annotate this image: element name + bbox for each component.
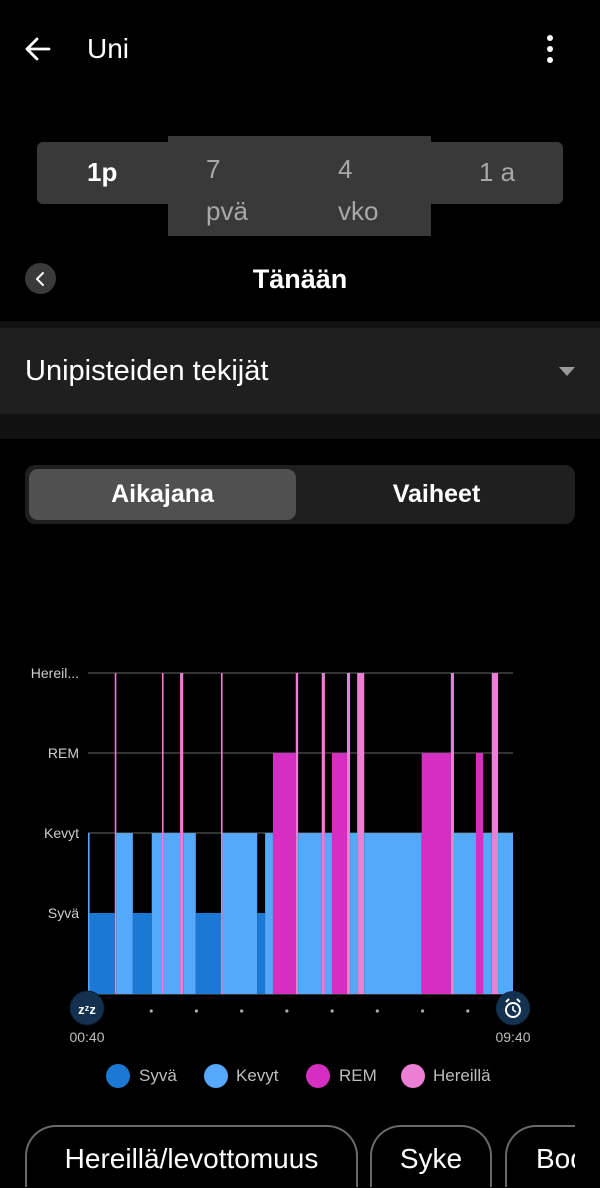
- page-title: Uni: [87, 33, 130, 64]
- segment-kevyt: [453, 833, 477, 994]
- legend-swatch: [204, 1064, 228, 1088]
- segment-syva: [257, 913, 266, 994]
- arrow-left-icon: [25, 37, 51, 61]
- x-tick-dot: [420, 1009, 425, 1013]
- sleep-timeline-chart: Syvä Kevyt REM Hereil... zᶻz 00:40 09:40: [31, 665, 531, 1045]
- segment-syva: [195, 913, 222, 994]
- segment-kevyt: [116, 833, 133, 994]
- legend-swatch: [401, 1064, 425, 1088]
- range-label: 7: [206, 154, 221, 184]
- segment-kevyt: [265, 833, 273, 994]
- x-tick-dot: [240, 1009, 244, 1013]
- tab-timeline[interactable]: Aikajana: [29, 469, 296, 520]
- dropdown-label: Unipisteiden tekijät: [25, 355, 269, 387]
- back-button[interactable]: [22, 30, 54, 68]
- segment-kevyt: [163, 833, 181, 994]
- legend-label: Kevyt: [236, 1066, 279, 1085]
- segment-kevyt: [298, 833, 322, 994]
- chart-legend: Syvä Kevyt REM Hereillä: [0, 1064, 600, 1090]
- more-vertical-icon: [547, 35, 553, 41]
- segment-kevyt: [364, 833, 422, 994]
- x-start-label: 00:40: [69, 1029, 104, 1045]
- legend-label: Syvä: [139, 1066, 177, 1085]
- segment-syva: [89, 913, 115, 994]
- y-axis-label: Syvä: [48, 905, 79, 921]
- y-axis-label: REM: [48, 745, 79, 761]
- range-label: 4: [338, 154, 353, 184]
- x-tick-dot: [149, 1009, 153, 1013]
- range-option-1-year[interactable]: 1 a: [479, 157, 515, 188]
- range-label: 1p: [87, 157, 118, 187]
- x-tick-dot: [330, 1009, 334, 1013]
- segment-hereilla: [491, 673, 499, 994]
- x-tick-dot: [194, 1009, 199, 1013]
- alarm-clock-icon: [496, 991, 530, 1025]
- segment-kevyt: [498, 833, 513, 994]
- segment-rem: [331, 753, 347, 994]
- previous-date-button[interactable]: [25, 263, 56, 294]
- divider: [0, 321, 600, 328]
- y-axis-label: Kevyt: [44, 825, 79, 841]
- segment-hereilla: [321, 673, 325, 994]
- chip-heart-rate[interactable]: Syke: [370, 1125, 492, 1187]
- segment-kevyt: [222, 833, 258, 994]
- segment-syva: [132, 913, 152, 994]
- chip-body[interactable]: Body: [505, 1125, 575, 1187]
- segment-kevyt: [483, 833, 492, 994]
- more-dot: [547, 46, 553, 52]
- segment-kevyt: [151, 833, 162, 994]
- chip-awake-restlessness[interactable]: Hereillä/levottomuus: [25, 1125, 358, 1187]
- x-end-label: 09:40: [495, 1029, 530, 1045]
- segment-hereilla: [450, 673, 454, 994]
- date-label: Tänään: [252, 264, 348, 294]
- divider: [0, 414, 600, 439]
- caret-down-icon: [559, 367, 575, 376]
- segment-hereilla: [114, 673, 117, 994]
- segment-rem: [272, 753, 296, 994]
- segment-hereilla: [221, 673, 223, 994]
- more-dot: [547, 57, 553, 63]
- segment-kevyt: [183, 833, 196, 994]
- range-option-1-day[interactable]: 1p: [87, 157, 117, 188]
- segment-hereilla: [295, 673, 299, 994]
- tab-stages[interactable]: Vaiheet: [300, 469, 573, 520]
- segment-hereilla: [346, 673, 351, 994]
- more-options-button[interactable]: [536, 32, 564, 66]
- legend-label: REM: [339, 1066, 377, 1085]
- range-option-7-days[interactable]: 7 pvä: [206, 148, 248, 232]
- legend-label: Hereillä: [433, 1066, 491, 1085]
- legend-swatch: [306, 1064, 330, 1088]
- x-tick-dot: [285, 1009, 289, 1013]
- range-option-4-weeks[interactable]: 4 vko: [338, 148, 378, 232]
- legend-swatch: [106, 1064, 130, 1088]
- segment-hereilla: [180, 673, 184, 994]
- segment-rem: [476, 753, 484, 994]
- y-axis-label: Hereil...: [31, 665, 79, 681]
- segment-kevyt: [350, 833, 358, 994]
- x-tick-dot: [375, 1009, 379, 1013]
- segment-kevyt: [88, 833, 90, 994]
- segment-hereilla: [357, 673, 365, 994]
- range-label: 1 a: [479, 157, 516, 187]
- x-tick-dot: [466, 1009, 470, 1013]
- sleep-zzz-icon: zᶻz: [69, 990, 105, 1026]
- chevron-left-icon: [35, 271, 44, 286]
- segment-kevyt: [324, 833, 332, 994]
- zzz-glyph: zᶻz: [78, 1002, 96, 1017]
- range-label-unit: vko: [338, 196, 379, 226]
- segment-rem: [421, 753, 451, 994]
- range-label-unit: pvä: [206, 196, 248, 226]
- metric-chips: Hereillä/levottomuus Syke Body: [0, 1110, 575, 1188]
- segment-hereilla: [161, 673, 164, 994]
